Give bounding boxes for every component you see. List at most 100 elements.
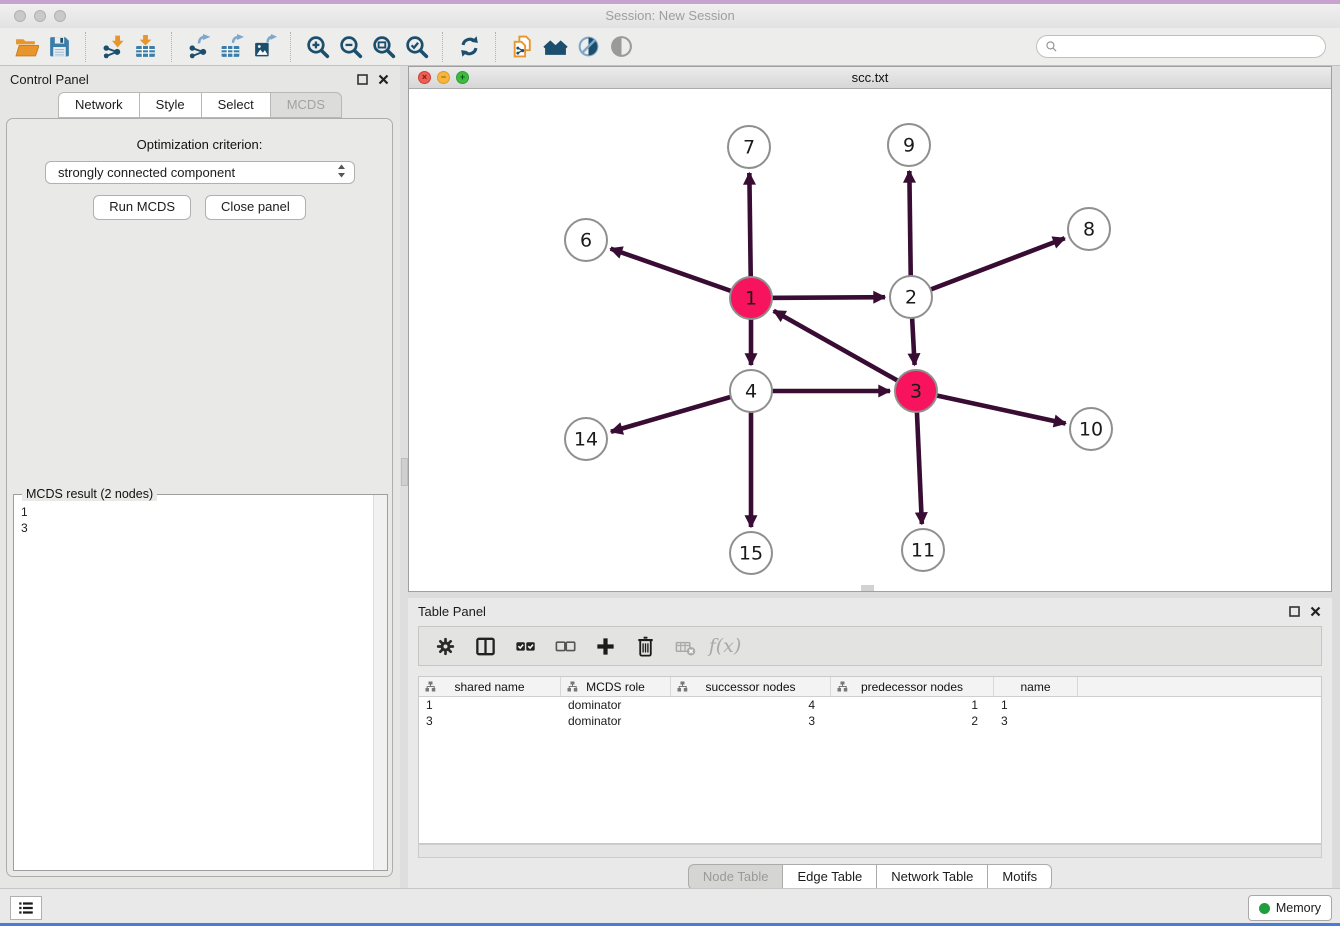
graphics-details-button[interactable] — [572, 30, 605, 63]
graph-node-9[interactable]: 9 — [888, 124, 930, 166]
toolbar-separator — [85, 32, 87, 62]
graph-node-7[interactable]: 7 — [728, 126, 770, 168]
run-mcds-button[interactable]: Run MCDS — [93, 195, 191, 220]
float-table-panel-button[interactable] — [1288, 605, 1301, 618]
open-folder-icon — [14, 34, 39, 59]
memory-status-icon — [1259, 903, 1270, 914]
tab-motifs[interactable]: Motifs — [987, 864, 1052, 890]
graphics-details-icon — [576, 34, 601, 59]
table-panel: Table Panel — [408, 598, 1332, 888]
show-hide-panel-button[interactable] — [605, 30, 638, 63]
tab-network-table[interactable]: Network Table — [876, 864, 987, 890]
export-table-button[interactable] — [215, 30, 248, 63]
graph-edge-3-10[interactable] — [916, 391, 1066, 423]
fx-icon: f(x) — [709, 635, 742, 657]
table-cell[interactable]: 3 — [671, 713, 831, 729]
export-network-icon — [186, 34, 211, 59]
import-network-button[interactable] — [96, 30, 129, 63]
table-cell[interactable]: 1 — [831, 697, 994, 713]
table-row[interactable]: 3dominator323 — [419, 713, 1321, 729]
delete-table-icon — [674, 635, 697, 658]
delete-table-button[interactable] — [667, 629, 703, 663]
open-file-button[interactable] — [10, 30, 43, 63]
tab-style[interactable]: Style — [139, 92, 201, 118]
select-all-button[interactable] — [507, 629, 543, 663]
search-input[interactable] — [1063, 39, 1317, 55]
zoom-out-button[interactable] — [334, 30, 367, 63]
tab-edge-table[interactable]: Edge Table — [782, 864, 876, 890]
tab-mcds[interactable]: MCDS — [270, 92, 342, 118]
status-bar: Memory — [0, 888, 1340, 923]
column-header-predecessor-nodes[interactable]: predecessor nodes — [831, 677, 994, 696]
control-panel-title: Control Panel — [10, 72, 89, 87]
node-table-body: 1dominator4113dominator323 — [419, 697, 1321, 729]
table-settings-button[interactable] — [427, 629, 463, 663]
graph-node-2[interactable]: 2 — [890, 276, 932, 318]
delete-rows-button[interactable] — [627, 629, 663, 663]
table-cell[interactable]: 4 — [671, 697, 831, 713]
graph-node-3[interactable]: 3 — [895, 370, 937, 412]
graph-node-8[interactable]: 8 — [1068, 208, 1110, 250]
trash-icon — [634, 635, 657, 658]
tab-network[interactable]: Network — [58, 92, 139, 118]
add-row-button[interactable] — [587, 629, 623, 663]
table-cell[interactable]: 3 — [419, 713, 561, 729]
column-visibility-button[interactable] — [467, 629, 503, 663]
table-row[interactable]: 1dominator411 — [419, 697, 1321, 713]
first-neighbors-button[interactable] — [539, 30, 572, 63]
table-cell[interactable]: 3 — [994, 713, 1078, 729]
criterion-label: Optimization criterion: — [7, 137, 392, 152]
task-history-button[interactable] — [10, 896, 42, 920]
graph-node-11[interactable]: 11 — [902, 529, 944, 571]
graph-edge-2-8[interactable] — [911, 238, 1065, 297]
vertical-splitter[interactable] — [400, 66, 408, 888]
splitter-grip[interactable] — [401, 458, 408, 486]
zoom-in-button[interactable] — [301, 30, 334, 63]
graph-edge-3-1[interactable] — [774, 311, 916, 391]
import-table-button[interactable] — [129, 30, 162, 63]
apply-function-button[interactable]: f(x) — [707, 629, 743, 663]
result-scrollbar[interactable] — [373, 495, 387, 870]
column-header-shared-name[interactable]: shared name — [419, 677, 561, 696]
table-cell[interactable]: dominator — [561, 713, 671, 729]
table-horizontal-scrollbar[interactable] — [418, 844, 1322, 858]
zoom-selected-button[interactable] — [400, 30, 433, 63]
table-cell[interactable]: 1 — [994, 697, 1078, 713]
column-header-name[interactable]: name — [994, 677, 1078, 696]
tab-select[interactable]: Select — [201, 92, 270, 118]
export-network-button[interactable] — [182, 30, 215, 63]
deselect-all-button[interactable] — [547, 629, 583, 663]
close-table-panel-button[interactable] — [1309, 605, 1322, 618]
graph-node-6[interactable]: 6 — [565, 219, 607, 261]
clone-network-button[interactable] — [506, 30, 539, 63]
float-panel-button[interactable] — [356, 73, 369, 86]
columns-icon — [474, 635, 497, 658]
table-cell[interactable]: 1 — [419, 697, 561, 713]
criterion-dropdown[interactable]: strongly connected component — [45, 161, 355, 184]
network-canvas[interactable]: 7 9 6 8 1 2 4 3 14 10 15 11 — [409, 89, 1331, 591]
close-panel-button[interactable] — [377, 73, 390, 86]
table-cell[interactable]: dominator — [561, 697, 671, 713]
tab-node-table[interactable]: Node Table — [688, 864, 783, 890]
table-cell[interactable]: 2 — [831, 713, 994, 729]
float-icon — [1289, 606, 1300, 617]
graph-node-1[interactable]: 1 — [730, 277, 772, 319]
search-field[interactable] — [1036, 35, 1326, 58]
network-resize-grip[interactable] — [861, 585, 874, 591]
graph-node-14[interactable]: 14 — [565, 418, 607, 460]
main-toolbar — [0, 28, 1340, 66]
export-image-button[interactable] — [248, 30, 281, 63]
graph-edge-1-6[interactable] — [611, 249, 751, 298]
toolbar-separator — [171, 32, 173, 62]
zoom-fit-button[interactable] — [367, 30, 400, 63]
mcds-result-list[interactable]: 13 — [14, 498, 374, 870]
refresh-button[interactable] — [453, 30, 486, 63]
column-header-successor-nodes[interactable]: successor nodes — [671, 677, 831, 696]
graph-node-4[interactable]: 4 — [730, 370, 772, 412]
graph-node-10[interactable]: 10 — [1070, 408, 1112, 450]
save-session-button[interactable] — [43, 30, 76, 63]
memory-button[interactable]: Memory — [1248, 895, 1332, 921]
column-header-mcds-role[interactable]: MCDS role — [561, 677, 671, 696]
close-mcds-panel-button[interactable]: Close panel — [205, 195, 306, 220]
graph-node-15[interactable]: 15 — [730, 532, 772, 574]
